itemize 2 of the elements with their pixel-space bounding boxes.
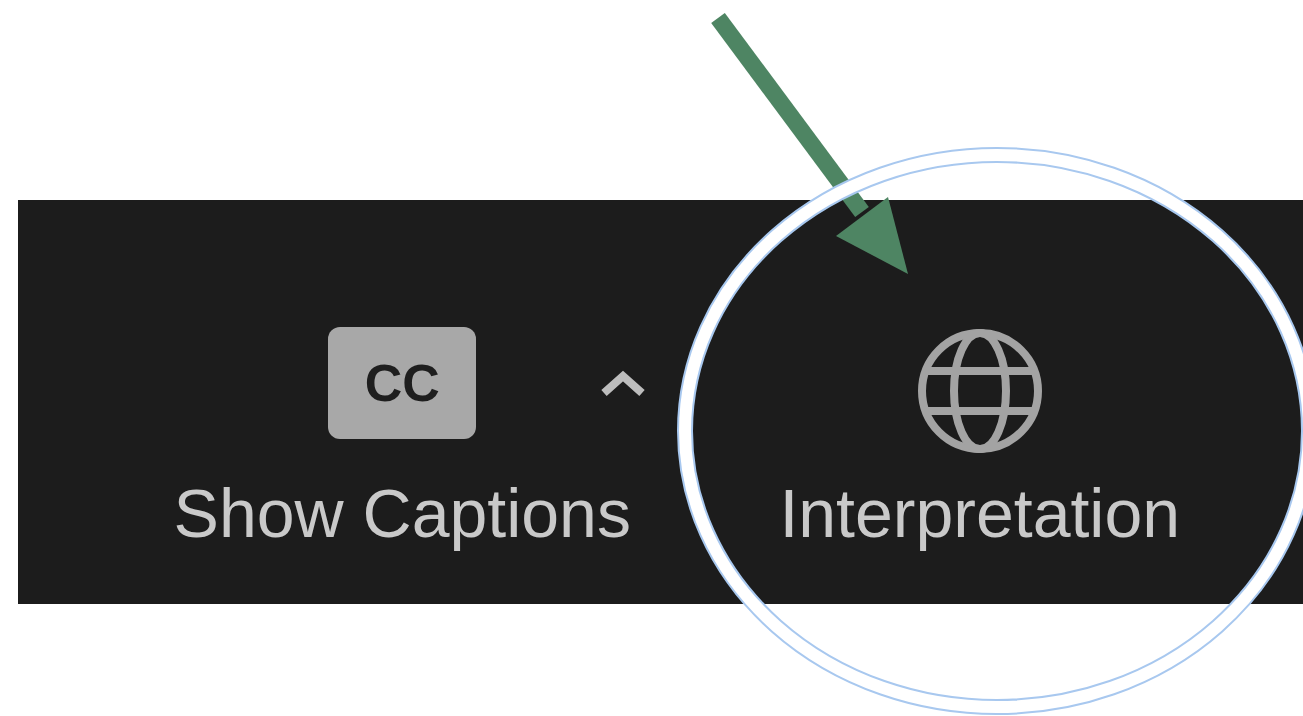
globe-icon[interactable] — [915, 327, 1044, 455]
captions-button[interactable]: CC — [328, 327, 477, 439]
